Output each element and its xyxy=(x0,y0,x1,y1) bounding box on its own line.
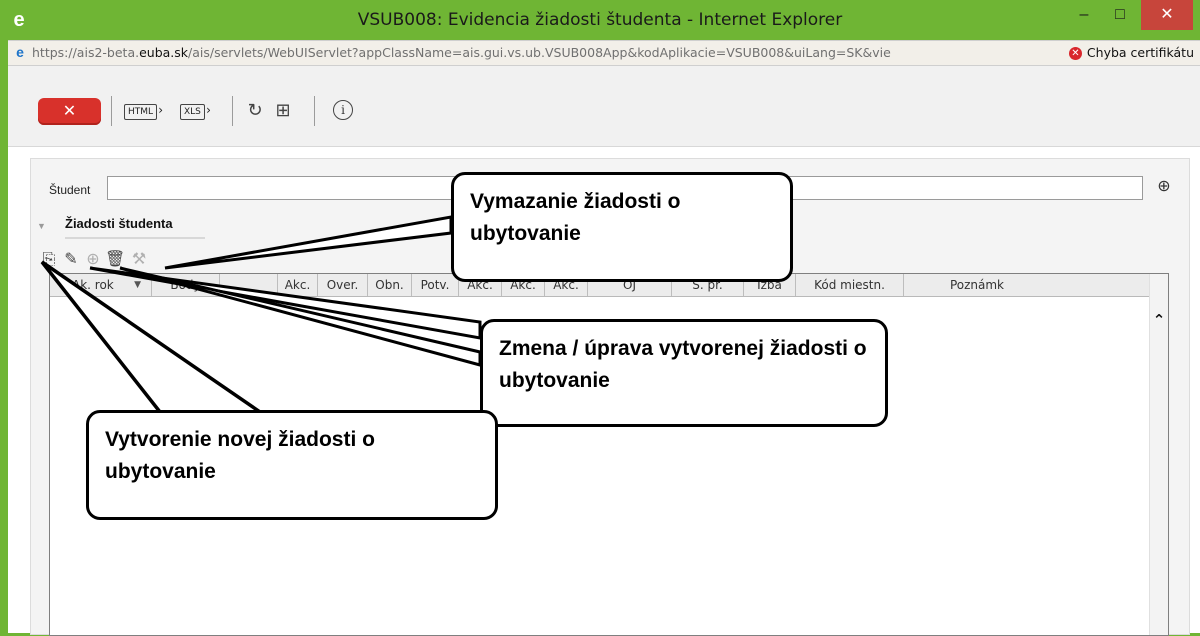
column-header[interactable]: Akc. xyxy=(278,274,318,296)
collapse-arrow-icon[interactable]: ▼ xyxy=(37,221,46,231)
edit-pencil-icon[interactable]: ✎ xyxy=(61,249,81,271)
window-titlebar: e VSUB008: Evidencia žiadosti študenta -… xyxy=(0,0,1200,40)
vertical-scrollbar[interactable]: ⌃ xyxy=(1149,274,1168,635)
info-icon[interactable]: i xyxy=(333,100,353,120)
column-header[interactable]: Over. xyxy=(318,274,368,296)
zoom-icon[interactable]: ⊕ xyxy=(83,249,103,271)
column-header[interactable]: Body xyxy=(152,274,220,296)
close-app-button[interactable]: ✕ xyxy=(38,98,101,125)
window-title: VSUB008: Evidencia žiadosti študenta - I… xyxy=(357,10,843,30)
section-title: Žiadosti študenta xyxy=(65,216,205,239)
column-header[interactable] xyxy=(220,274,278,296)
scroll-up-icon[interactable]: ⌃ xyxy=(1150,312,1168,330)
app-toolbar: ✕ HTML XLS ↻ ⊞ i xyxy=(8,66,1200,147)
toolbar-separator xyxy=(111,96,112,126)
refresh-icon[interactable]: ↻ xyxy=(244,99,266,121)
toolbar-separator xyxy=(232,96,233,126)
sort-down-icon: ▼ xyxy=(134,280,141,290)
delete-trash-icon[interactable]: 🗑 xyxy=(105,249,125,271)
column-header[interactable]: Kód miestn. xyxy=(796,274,904,296)
toolbar-separator xyxy=(314,96,315,126)
column-header[interactable]: Potv. xyxy=(412,274,459,296)
address-bar[interactable]: e https://ais2-beta.euba.sk/ais/servlets… xyxy=(8,40,1200,66)
url-prefix: https://ais2-beta. xyxy=(32,45,140,60)
url-rest: /ais/servlets/WebUIServlet?appClassName=… xyxy=(188,45,891,60)
zoom-search-icon[interactable]: ⊕ xyxy=(1155,176,1173,198)
callout-create: Vytvorenie novej žiadosti o ubytovanie xyxy=(86,410,498,520)
new-record-icon[interactable]: ⎘ xyxy=(39,249,59,271)
certificate-error-icon: ✕ xyxy=(1068,47,1082,60)
export-xls-button[interactable]: XLS xyxy=(180,103,211,120)
ie-page-icon: e xyxy=(16,44,24,60)
column-header[interactable]: Ak. rok ▼ xyxy=(50,274,152,296)
layout-icon[interactable]: ⊞ xyxy=(272,99,294,121)
url-text[interactable]: https://ais2-beta.euba.sk/ais/servlets/W… xyxy=(32,41,891,65)
url-domain: euba.sk xyxy=(139,45,189,60)
column-header[interactable]: Poznámk xyxy=(904,274,1010,296)
callout-edit: Zmena / úprava vytvorenej žiadosti o uby… xyxy=(480,319,888,427)
close-window-button[interactable]: ✕ xyxy=(1141,0,1193,30)
column-header[interactable]: Obn. xyxy=(368,274,412,296)
callout-delete: Vymazanie žiadosti o ubytovanie xyxy=(451,172,793,282)
export-html-button[interactable]: HTML xyxy=(124,103,163,120)
certificate-error[interactable]: ✕ Chyba certifikátu xyxy=(1064,41,1200,65)
certificate-error-label: Chyba certifikátu xyxy=(1086,45,1194,60)
action-menu-icon[interactable]: ⚒ xyxy=(129,249,149,271)
maximize-button[interactable]: □ xyxy=(1098,0,1142,30)
student-label: Študent xyxy=(49,183,91,197)
